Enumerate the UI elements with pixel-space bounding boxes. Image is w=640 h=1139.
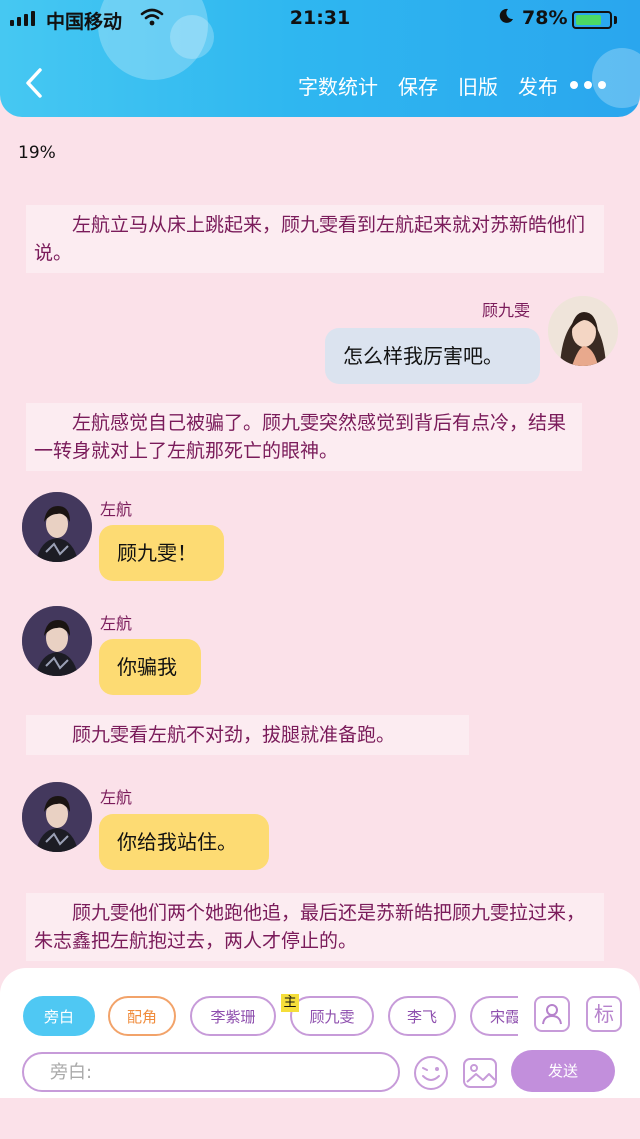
avatar[interactable] — [22, 492, 92, 562]
main-role-badge: 主 — [281, 994, 299, 1012]
battery-percent: 78% — [522, 7, 568, 29]
save-button[interactable]: 保存 — [398, 71, 438, 100]
speaker-name: 顾九雯 — [482, 301, 531, 320]
image-icon[interactable] — [461, 1054, 499, 1092]
role-chip-narrator[interactable]: 旁白 — [23, 996, 95, 1036]
more-icon[interactable] — [570, 80, 610, 90]
message-bubble[interactable]: 怎么样我厉害吧。 — [325, 328, 540, 384]
battery-tip — [614, 16, 617, 24]
message-bubble[interactable]: 你给我站住。 — [99, 814, 269, 870]
toolbar: 字数统计 保存 旧版 发布 — [298, 70, 640, 100]
status-bar: 中国移动 21:31 78% — [0, 6, 640, 33]
tag-button[interactable]: 标 — [586, 996, 622, 1032]
narration-line[interactable]: 顾九雯他们两个她跑他追，最后还是苏新皓把顾九雯拉过来，朱志鑫把左航抱过去，两人才… — [26, 893, 604, 961]
role-chip-character[interactable]: 顾九雯 — [290, 996, 374, 1036]
word-count-button[interactable]: 字数统计 — [298, 71, 378, 100]
avatar[interactable] — [548, 296, 618, 366]
role-chip-supporting[interactable]: 配角 — [108, 996, 176, 1036]
message-bubble[interactable]: 顾九雯！ — [99, 525, 224, 581]
message-input[interactable] — [24, 1054, 398, 1090]
role-chip-character[interactable]: 宋霞 — [470, 996, 518, 1036]
narration-line[interactable]: 左航立马从床上跳起来，顾九雯看到左航起来就对苏新皓他们说。 — [26, 205, 604, 273]
role-chip-character[interactable]: 李紫珊 — [190, 996, 276, 1036]
speaker-name: 左航 — [100, 614, 133, 633]
narration-line[interactable]: 顾九雯看左航不对劲，拔腿就准备跑。 — [26, 715, 469, 755]
send-button[interactable]: 发送 — [511, 1050, 615, 1092]
character-manage-button[interactable] — [534, 996, 570, 1032]
narration-line[interactable]: 左航感觉自己被骗了。顾九雯突然感觉到背后有点冷，结果一转身就对上了左航那死亡的眼… — [26, 403, 582, 471]
moon-icon — [499, 8, 513, 23]
emoji-icon[interactable] — [412, 1054, 450, 1092]
publish-button[interactable]: 发布 — [518, 71, 558, 100]
speaker-name: 左航 — [100, 500, 133, 519]
speaker-name: 左航 — [100, 788, 133, 807]
back-icon[interactable] — [20, 66, 50, 100]
avatar[interactable] — [22, 606, 92, 676]
message-input-wrapper — [22, 1052, 400, 1092]
progress-percent: 19% — [18, 143, 56, 163]
person-icon — [542, 1004, 562, 1025]
message-bubble[interactable]: 你骗我 — [99, 639, 201, 695]
battery-level — [576, 15, 601, 25]
top-bar: 中国移动 21:31 78% 字数统计 保存 旧版 发布 — [0, 0, 640, 117]
battery-icon — [572, 11, 612, 29]
avatar[interactable] — [22, 782, 92, 852]
old-version-button[interactable]: 旧版 — [458, 71, 498, 100]
role-chip-label: 宋霞 — [490, 1007, 518, 1026]
role-chip-character[interactable]: 李飞 — [388, 996, 456, 1036]
